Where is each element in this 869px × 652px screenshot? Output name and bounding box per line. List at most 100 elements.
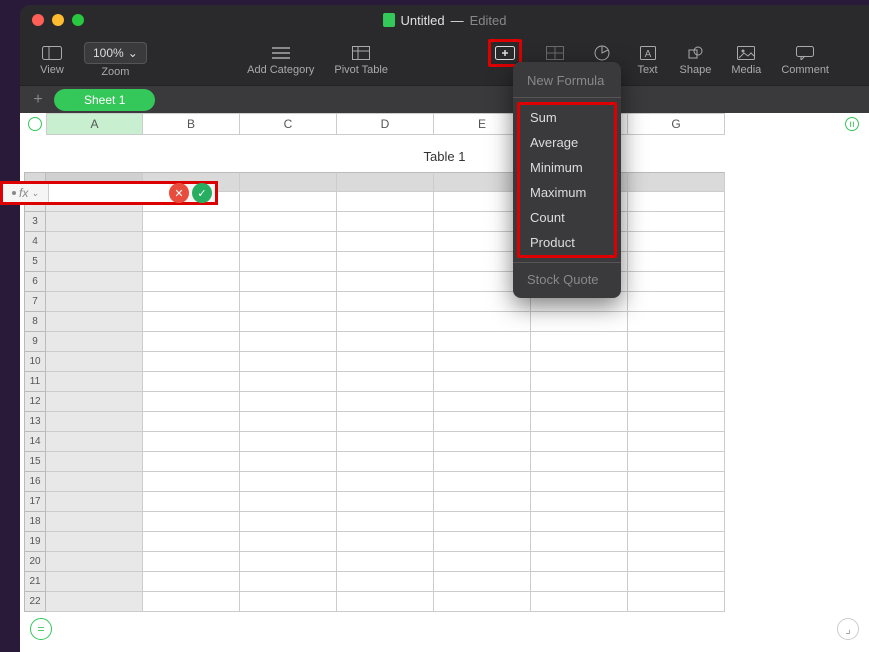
cell[interactable] xyxy=(240,592,337,612)
cell[interactable] xyxy=(143,352,240,372)
row-header[interactable]: 18 xyxy=(24,512,46,532)
row-header[interactable]: 12 xyxy=(24,392,46,412)
menu-sum[interactable]: Sum xyxy=(520,105,614,130)
cell[interactable] xyxy=(46,332,143,352)
cell[interactable] xyxy=(628,272,725,292)
cell[interactable] xyxy=(531,432,628,452)
zoom-select[interactable]: 100% ⌄ xyxy=(84,42,147,64)
cell[interactable] xyxy=(240,212,337,232)
cell[interactable] xyxy=(434,372,531,392)
close-window-button[interactable] xyxy=(32,14,44,26)
cell[interactable] xyxy=(240,472,337,492)
cell[interactable] xyxy=(143,512,240,532)
cell[interactable] xyxy=(46,372,143,392)
cell[interactable] xyxy=(531,512,628,532)
cell[interactable] xyxy=(337,412,434,432)
formula-cancel-button[interactable]: ✕ xyxy=(169,183,189,203)
row-header[interactable]: 3 xyxy=(24,212,46,232)
cell[interactable] xyxy=(143,272,240,292)
cell[interactable] xyxy=(531,312,628,332)
cell[interactable] xyxy=(434,572,531,592)
cell[interactable] xyxy=(240,452,337,472)
fullscreen-window-button[interactable] xyxy=(72,14,84,26)
cell[interactable] xyxy=(46,272,143,292)
cell[interactable] xyxy=(240,552,337,572)
cell[interactable] xyxy=(240,372,337,392)
cell[interactable] xyxy=(337,312,434,332)
column-header-b[interactable]: B xyxy=(143,113,240,135)
cell[interactable] xyxy=(143,552,240,572)
zoom-control[interactable]: 100% ⌄ Zoom xyxy=(84,42,147,78)
cell[interactable] xyxy=(46,472,143,492)
cell[interactable] xyxy=(434,472,531,492)
cell[interactable] xyxy=(628,392,725,412)
cell[interactable] xyxy=(143,232,240,252)
cell[interactable] xyxy=(531,392,628,412)
cell[interactable] xyxy=(46,432,143,452)
cell[interactable] xyxy=(337,492,434,512)
cell[interactable] xyxy=(240,352,337,372)
cell[interactable] xyxy=(531,552,628,572)
cell[interactable] xyxy=(628,492,725,512)
cell[interactable] xyxy=(143,212,240,232)
cell[interactable] xyxy=(337,212,434,232)
cell[interactable] xyxy=(46,552,143,572)
cell[interactable] xyxy=(240,312,337,332)
cell[interactable] xyxy=(143,432,240,452)
cell[interactable] xyxy=(240,392,337,412)
cell[interactable] xyxy=(46,452,143,472)
column-header-a[interactable]: A xyxy=(46,113,143,135)
cell[interactable] xyxy=(337,432,434,452)
cell[interactable] xyxy=(337,592,434,612)
cell[interactable] xyxy=(628,172,725,192)
row-header[interactable]: 7 xyxy=(24,292,46,312)
cell[interactable] xyxy=(434,532,531,552)
cell[interactable] xyxy=(628,352,725,372)
cell[interactable] xyxy=(434,312,531,332)
cell[interactable] xyxy=(337,232,434,252)
cell[interactable] xyxy=(240,432,337,452)
pivot-table-button[interactable]: Pivot Table xyxy=(334,44,388,76)
add-column-handle[interactable]: ıı xyxy=(841,113,863,135)
cell[interactable] xyxy=(628,552,725,572)
row-header[interactable]: 22 xyxy=(24,592,46,612)
cell[interactable] xyxy=(337,332,434,352)
row-header[interactable]: 13 xyxy=(24,412,46,432)
cell[interactable] xyxy=(434,452,531,472)
row-header[interactable]: 6 xyxy=(24,272,46,292)
cell[interactable] xyxy=(46,232,143,252)
cell[interactable] xyxy=(337,532,434,552)
column-header-g[interactable]: G xyxy=(628,113,725,135)
cell[interactable] xyxy=(531,352,628,372)
cell[interactable] xyxy=(240,332,337,352)
row-header[interactable]: 11 xyxy=(24,372,46,392)
cell[interactable] xyxy=(143,332,240,352)
view-button[interactable]: View xyxy=(40,44,64,76)
cell[interactable] xyxy=(337,512,434,532)
column-header-d[interactable]: D xyxy=(337,113,434,135)
cell[interactable] xyxy=(628,252,725,272)
row-header[interactable]: 10 xyxy=(24,352,46,372)
cell[interactable] xyxy=(240,532,337,552)
cell[interactable] xyxy=(434,392,531,412)
cell[interactable] xyxy=(240,572,337,592)
cell[interactable] xyxy=(240,412,337,432)
row-header[interactable]: 17 xyxy=(24,492,46,512)
shape-button[interactable]: Shape xyxy=(680,44,712,76)
fx-label[interactable]: fx⌄ xyxy=(3,184,49,202)
cell[interactable] xyxy=(143,532,240,552)
column-header-c[interactable]: C xyxy=(240,113,337,135)
media-button[interactable]: Media xyxy=(731,44,761,76)
comment-button[interactable]: Comment xyxy=(781,44,829,76)
menu-count[interactable]: Count xyxy=(520,205,614,230)
cell[interactable] xyxy=(531,592,628,612)
cell[interactable] xyxy=(143,312,240,332)
cell[interactable] xyxy=(143,412,240,432)
cell[interactable] xyxy=(337,452,434,472)
row-header[interactable]: 19 xyxy=(24,532,46,552)
cell[interactable] xyxy=(143,372,240,392)
cell[interactable] xyxy=(240,172,337,192)
cell[interactable] xyxy=(628,592,725,612)
cell[interactable] xyxy=(240,492,337,512)
cell[interactable] xyxy=(240,292,337,312)
